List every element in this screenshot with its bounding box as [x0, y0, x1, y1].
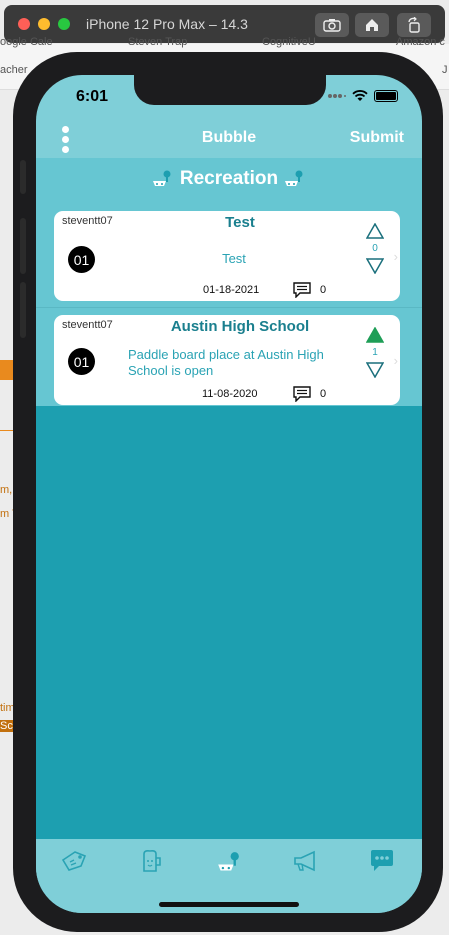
volume-down-button: [20, 282, 26, 338]
simulator-title: iPhone 12 Pro Max – 14.3: [86, 16, 248, 32]
zoom-window-button[interactable]: [58, 18, 70, 30]
vote-control: 0: [364, 223, 386, 274]
rotate-icon: [408, 17, 420, 33]
recreation-icon: [218, 852, 239, 871]
minimize-window-button[interactable]: [38, 18, 50, 30]
bg-tab-3: CognitiveU: [262, 36, 316, 48]
status-icons: [328, 90, 398, 102]
notch: [134, 75, 326, 105]
bg-left-text-1: acher: [0, 64, 28, 76]
chevron-right-icon: ›: [393, 249, 398, 264]
upvote-icon[interactable]: [366, 327, 384, 343]
comment-icon[interactable]: [293, 282, 311, 298]
post-date: 11-08-2020: [202, 388, 258, 400]
category-title: Recreation: [179, 168, 279, 189]
simulator-titlebar: iPhone 12 Pro Max – 14.3: [4, 5, 445, 43]
rotate-button[interactable]: [397, 13, 431, 37]
bg-left-text-2: m,: [0, 484, 13, 496]
home-button[interactable]: [355, 13, 389, 37]
bg-tab-4: Amazon c: [396, 36, 445, 48]
post-date: 01-18-2021: [203, 284, 260, 296]
recreation-icon: [152, 170, 171, 186]
wifi-icon: [352, 90, 368, 101]
downvote-icon[interactable]: [366, 258, 384, 274]
comment-icon[interactable]: [293, 386, 311, 402]
nav-bar: Bubble Submit: [36, 122, 422, 158]
home-indicator: [159, 902, 299, 907]
tab-announcements[interactable]: [292, 848, 320, 874]
post-title: Test: [225, 214, 255, 231]
close-window-button[interactable]: [18, 18, 30, 30]
vote-count: 1: [372, 347, 378, 358]
tab-messages[interactable]: [368, 848, 396, 874]
tag-icon: [61, 851, 87, 871]
post-body: Paddle board place at Austin High School…: [128, 347, 324, 378]
app-screen: 6:01 Bubble Submit Recreation steventt07…: [36, 75, 422, 913]
comment-count: 0: [320, 284, 327, 296]
bg-orange-block: [0, 360, 14, 380]
signal-icon: [328, 94, 346, 98]
chevron-right-icon: ›: [393, 353, 398, 368]
megaphone-icon: [294, 850, 315, 872]
battery-icon: [374, 90, 398, 102]
bg-divider: [0, 430, 14, 431]
recreation-icon: [285, 170, 303, 186]
upvote-icon[interactable]: [366, 223, 384, 239]
status-time: 6:01: [76, 88, 109, 105]
category-header: Recreation: [36, 168, 422, 190]
post-card[interactable]: steventt07 Austin High School 01 Paddle …: [54, 315, 400, 405]
post-card[interactable]: steventt07 Test 01 Test 01-18-2021 0 0 ›: [54, 211, 400, 301]
tab-recreation[interactable]: [216, 848, 244, 874]
comment-count: 0: [320, 388, 327, 400]
screenshot-button[interactable]: [315, 13, 349, 37]
tab-tags[interactable]: [60, 848, 88, 874]
vote-count: 0: [372, 243, 378, 254]
volume-up-button: [20, 218, 26, 274]
tab-bars[interactable]: [138, 848, 166, 874]
feed: Recreation steventt07 Test 01 Test 01-18…: [36, 158, 422, 839]
submit-button[interactable]: Submit: [350, 129, 404, 147]
dot-icon: [61, 146, 69, 153]
chat-icon: [371, 850, 393, 871]
vote-control: 1: [364, 327, 386, 378]
bg-right-text-1: J: [442, 64, 448, 76]
downvote-icon[interactable]: [366, 362, 384, 378]
home-icon: [366, 19, 378, 31]
beer-icon: [143, 850, 161, 872]
post-badge: 01: [68, 246, 95, 273]
category-header-area: Recreation steventt07 Test 01 Test 01-18…: [36, 158, 422, 406]
camera-icon: [323, 19, 341, 32]
bg-tab-2: Steven Trap: [128, 36, 188, 48]
post-body: Test: [222, 251, 246, 266]
bg-tab-1: oogle Cale: [0, 36, 53, 48]
post-title: Austin High School: [170, 318, 310, 335]
post-badge: 01: [68, 348, 95, 375]
divider: [36, 307, 422, 308]
mute-switch: [20, 160, 26, 194]
